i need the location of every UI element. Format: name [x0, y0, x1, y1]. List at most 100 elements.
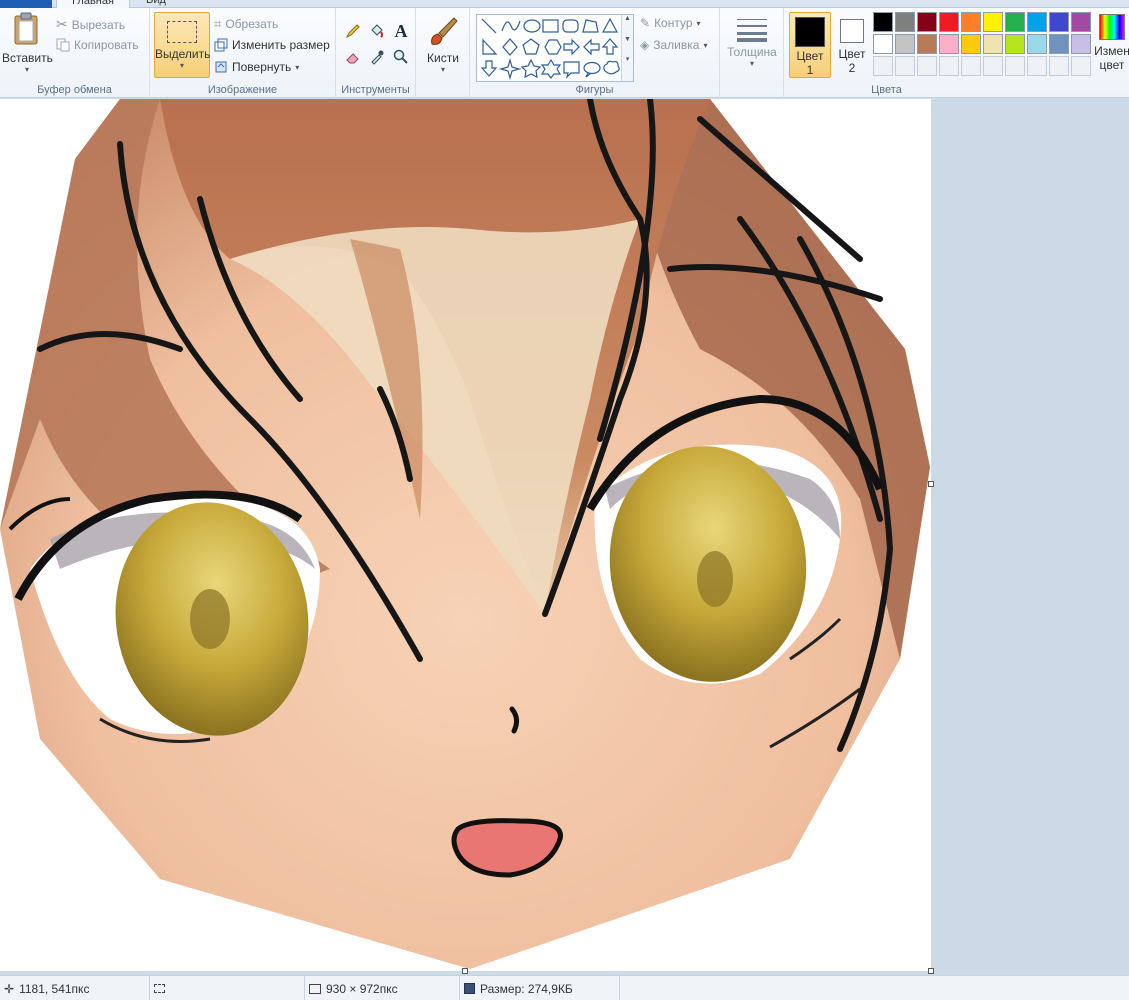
palette-color-swatch[interactable]	[895, 12, 915, 32]
shape-triangle-icon	[601, 17, 619, 33]
chevron-down-icon[interactable]: ▼	[622, 36, 633, 43]
palette-custom-slot[interactable]	[939, 56, 959, 76]
edit-colors-button[interactable]: Измен цвет	[1092, 14, 1129, 80]
color-spectrum-icon	[1099, 14, 1125, 40]
palette-custom-slot[interactable]	[873, 56, 893, 76]
text-tool[interactable]: A	[390, 20, 412, 42]
palette-color-swatch[interactable]	[917, 34, 937, 54]
file-size-value: Размер: 274,9КБ	[480, 981, 573, 996]
fill-label: Заливка	[653, 38, 700, 52]
copy-label: Копировать	[74, 38, 139, 52]
drawing-canvas[interactable]	[0, 99, 931, 971]
expand-gallery-icon[interactable]: ▾	[622, 55, 633, 63]
pencil-tool[interactable]	[342, 20, 364, 42]
paste-button[interactable]: Вставить ▾	[2, 12, 53, 82]
shape-right-triangle-icon	[482, 38, 498, 55]
palette-color-swatch[interactable]	[1027, 12, 1047, 32]
outline-button[interactable]: ✎ Контур ▾	[640, 16, 701, 30]
color2-button[interactable]: Цвет 2	[834, 12, 870, 78]
color1-number: 1	[806, 63, 814, 77]
rotate-label: Повернуть	[232, 60, 292, 74]
chevron-down-icon: ▾	[440, 65, 445, 74]
palette-color-swatch[interactable]	[1049, 34, 1069, 54]
palette-color-swatch[interactable]	[1071, 12, 1091, 32]
workspace	[0, 99, 1129, 975]
shapes-gallery-icons	[480, 17, 620, 81]
palette-color-swatch[interactable]	[983, 12, 1003, 32]
tab-home[interactable]: Главная	[56, 0, 130, 8]
palette-color-swatch[interactable]	[1005, 34, 1025, 54]
shapes-scrollbar[interactable]: ▲ ▼ ▾	[621, 15, 633, 81]
outline-pen-icon: ✎	[640, 16, 651, 30]
thickness-button[interactable]: Толщина ▾	[724, 14, 780, 80]
cursor-position-value: 1181, 541пкс	[19, 981, 90, 996]
shape-rounded-rectangle-icon	[562, 19, 579, 33]
palette-color-swatch[interactable]	[983, 34, 1003, 54]
image-group: Выделить ▾ ⌗ Обрезать Изменить размер По…	[150, 8, 336, 98]
copy-icon	[56, 38, 70, 52]
palette-custom-slot[interactable]	[1049, 56, 1069, 76]
palette-custom-slot[interactable]	[1071, 56, 1091, 76]
palette-custom-slot[interactable]	[895, 56, 915, 76]
chevron-down-icon: ▾	[179, 61, 184, 70]
palette-custom-slot[interactable]	[1027, 56, 1047, 76]
shape-callout-oval-icon	[583, 61, 601, 78]
cut-button[interactable]: ✂ Вырезать	[56, 16, 125, 33]
shape-rectangle-icon	[542, 19, 559, 33]
brushes-button[interactable]: Кисти ▾	[420, 14, 466, 80]
shape-pentagon-icon	[522, 38, 540, 55]
chevron-up-icon[interactable]: ▲	[622, 15, 633, 22]
palette-color-swatch[interactable]	[961, 34, 981, 54]
shape-callout-cloud-icon	[603, 60, 620, 75]
select-button[interactable]: Выделить ▾	[154, 12, 210, 78]
crop-label: Обрезать	[225, 17, 279, 31]
canvas-resize-handle-corner[interactable]	[928, 968, 934, 974]
palette-color-swatch[interactable]	[1005, 12, 1025, 32]
palette-color-swatch[interactable]	[917, 12, 937, 32]
copy-button[interactable]: Копировать	[56, 38, 139, 52]
shape-five-point-star-icon	[520, 58, 542, 79]
resize-icon	[214, 38, 228, 52]
image-size-value: 930 × 972пкс	[326, 981, 398, 996]
outline-label: Контур	[654, 16, 693, 30]
fill-bucket-icon: ◈	[640, 38, 650, 52]
palette-color-swatch[interactable]	[873, 34, 893, 54]
color-picker-tool[interactable]	[366, 46, 388, 68]
palette-custom-slot[interactable]	[917, 56, 937, 76]
palette-color-swatch[interactable]	[1071, 34, 1091, 54]
magnifier-tool[interactable]	[390, 46, 412, 68]
tab-view[interactable]: Вид	[136, 0, 176, 8]
file-menu-tab[interactable]	[0, 0, 52, 8]
fill-button[interactable]: ◈ Заливка ▾	[640, 38, 707, 52]
selection-size	[150, 976, 305, 1000]
canvas-resize-handle-right[interactable]	[928, 481, 934, 487]
palette-color-swatch[interactable]	[939, 12, 959, 32]
rotate-button[interactable]: Повернуть ▾	[214, 60, 299, 74]
shape-arrow-down-icon	[480, 60, 498, 77]
eraser-tool[interactable]	[342, 46, 364, 68]
canvas-resize-handle-bottom[interactable]	[462, 968, 468, 974]
brushes-group: Кисти ▾	[416, 8, 470, 98]
chevron-down-icon: ▾	[703, 40, 708, 50]
palette-color-swatch[interactable]	[895, 34, 915, 54]
crop-button[interactable]: ⌗ Обрезать	[214, 16, 278, 32]
image-size-icon	[309, 983, 321, 994]
move-cursor-icon: ✛	[4, 981, 15, 996]
ribbon: Вставить ▾ ✂ Вырезать Копировать Буфер о…	[0, 8, 1129, 98]
color1-button[interactable]: Цвет 1	[789, 12, 831, 78]
palette-custom-slot[interactable]	[961, 56, 981, 76]
palette-color-swatch[interactable]	[1049, 12, 1069, 32]
palette-color-swatch[interactable]	[961, 12, 981, 32]
fill-tool[interactable]	[366, 20, 388, 42]
paint-bucket-icon	[371, 24, 383, 38]
palette-color-swatch[interactable]	[873, 12, 893, 32]
resize-button[interactable]: Изменить размер	[214, 38, 330, 52]
select-label: Выделить	[155, 47, 211, 61]
palette-color-swatch[interactable]	[1027, 34, 1047, 54]
color-palette	[873, 12, 1097, 78]
palette-color-swatch[interactable]	[939, 34, 959, 54]
shape-polygon-icon	[582, 19, 599, 33]
palette-custom-slot[interactable]	[1005, 56, 1025, 76]
palette-custom-slot[interactable]	[983, 56, 1003, 76]
rotate-icon	[215, 61, 227, 73]
